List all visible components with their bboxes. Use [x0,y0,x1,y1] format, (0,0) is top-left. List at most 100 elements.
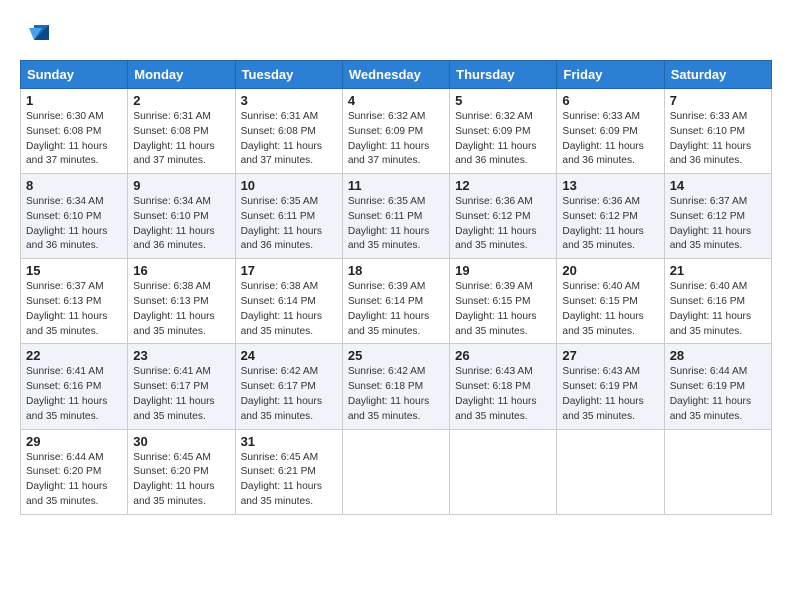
day-info: Sunrise: 6:37 AM Sunset: 6:13 PM Dayligh… [26,280,122,339]
logo [20,20,54,50]
day-info: Sunrise: 6:40 AM Sunset: 6:16 PM Dayligh… [670,280,766,339]
calendar-cell: 8 Sunrise: 6:34 AM Sunset: 6:10 PM Dayli… [21,174,128,259]
day-number: 11 [348,178,444,193]
day-info: Sunrise: 6:41 AM Sunset: 6:16 PM Dayligh… [26,365,122,424]
calendar-cell: 13 Sunrise: 6:36 AM Sunset: 6:12 PM Dayl… [557,174,664,259]
day-info: Sunrise: 6:37 AM Sunset: 6:12 PM Dayligh… [670,195,766,254]
day-info: Sunrise: 6:33 AM Sunset: 6:10 PM Dayligh… [670,110,766,169]
day-number: 19 [455,263,551,278]
day-info: Sunrise: 6:30 AM Sunset: 6:08 PM Dayligh… [26,110,122,169]
day-info: Sunrise: 6:38 AM Sunset: 6:13 PM Dayligh… [133,280,229,339]
day-number: 1 [26,93,122,108]
calendar-cell: 20 Sunrise: 6:40 AM Sunset: 6:15 PM Dayl… [557,259,664,344]
calendar-cell [557,429,664,514]
header-thursday: Thursday [450,61,557,89]
day-info: Sunrise: 6:39 AM Sunset: 6:14 PM Dayligh… [348,280,444,339]
calendar-cell: 10 Sunrise: 6:35 AM Sunset: 6:11 PM Dayl… [235,174,342,259]
week-row-2: 8 Sunrise: 6:34 AM Sunset: 6:10 PM Dayli… [21,174,772,259]
day-info: Sunrise: 6:32 AM Sunset: 6:09 PM Dayligh… [348,110,444,169]
day-info: Sunrise: 6:42 AM Sunset: 6:18 PM Dayligh… [348,365,444,424]
calendar-cell: 5 Sunrise: 6:32 AM Sunset: 6:09 PM Dayli… [450,89,557,174]
day-number: 27 [562,348,658,363]
calendar-cell: 12 Sunrise: 6:36 AM Sunset: 6:12 PM Dayl… [450,174,557,259]
day-info: Sunrise: 6:33 AM Sunset: 6:09 PM Dayligh… [562,110,658,169]
calendar-cell: 16 Sunrise: 6:38 AM Sunset: 6:13 PM Dayl… [128,259,235,344]
day-number: 17 [241,263,337,278]
day-info: Sunrise: 6:40 AM Sunset: 6:15 PM Dayligh… [562,280,658,339]
week-row-1: 1 Sunrise: 6:30 AM Sunset: 6:08 PM Dayli… [21,89,772,174]
logo-icon [24,20,54,50]
day-number: 20 [562,263,658,278]
header-wednesday: Wednesday [342,61,449,89]
calendar-cell: 18 Sunrise: 6:39 AM Sunset: 6:14 PM Dayl… [342,259,449,344]
day-number: 13 [562,178,658,193]
calendar-cell [342,429,449,514]
day-number: 6 [562,93,658,108]
week-row-3: 15 Sunrise: 6:37 AM Sunset: 6:13 PM Dayl… [21,259,772,344]
day-info: Sunrise: 6:36 AM Sunset: 6:12 PM Dayligh… [455,195,551,254]
day-number: 30 [133,434,229,449]
day-info: Sunrise: 6:34 AM Sunset: 6:10 PM Dayligh… [26,195,122,254]
calendar-cell: 21 Sunrise: 6:40 AM Sunset: 6:16 PM Dayl… [664,259,771,344]
calendar-cell: 19 Sunrise: 6:39 AM Sunset: 6:15 PM Dayl… [450,259,557,344]
calendar-header-row: SundayMondayTuesdayWednesdayThursdayFrid… [21,61,772,89]
calendar-cell: 6 Sunrise: 6:33 AM Sunset: 6:09 PM Dayli… [557,89,664,174]
calendar-cell: 30 Sunrise: 6:45 AM Sunset: 6:20 PM Dayl… [128,429,235,514]
calendar-cell: 24 Sunrise: 6:42 AM Sunset: 6:17 PM Dayl… [235,344,342,429]
day-number: 3 [241,93,337,108]
day-info: Sunrise: 6:44 AM Sunset: 6:19 PM Dayligh… [670,365,766,424]
week-row-5: 29 Sunrise: 6:44 AM Sunset: 6:20 PM Dayl… [21,429,772,514]
header-monday: Monday [128,61,235,89]
calendar-cell: 2 Sunrise: 6:31 AM Sunset: 6:08 PM Dayli… [128,89,235,174]
day-number: 4 [348,93,444,108]
calendar-cell: 7 Sunrise: 6:33 AM Sunset: 6:10 PM Dayli… [664,89,771,174]
calendar-cell: 26 Sunrise: 6:43 AM Sunset: 6:18 PM Dayl… [450,344,557,429]
calendar-cell: 23 Sunrise: 6:41 AM Sunset: 6:17 PM Dayl… [128,344,235,429]
day-info: Sunrise: 6:38 AM Sunset: 6:14 PM Dayligh… [241,280,337,339]
day-number: 16 [133,263,229,278]
day-number: 31 [241,434,337,449]
header-sunday: Sunday [21,61,128,89]
day-number: 24 [241,348,337,363]
day-info: Sunrise: 6:45 AM Sunset: 6:21 PM Dayligh… [241,451,337,510]
calendar-cell: 11 Sunrise: 6:35 AM Sunset: 6:11 PM Dayl… [342,174,449,259]
day-number: 8 [26,178,122,193]
day-number: 18 [348,263,444,278]
day-info: Sunrise: 6:39 AM Sunset: 6:15 PM Dayligh… [455,280,551,339]
day-number: 21 [670,263,766,278]
header-saturday: Saturday [664,61,771,89]
day-number: 28 [670,348,766,363]
calendar-cell [664,429,771,514]
day-info: Sunrise: 6:42 AM Sunset: 6:17 PM Dayligh… [241,365,337,424]
header-tuesday: Tuesday [235,61,342,89]
day-number: 14 [670,178,766,193]
calendar-cell: 4 Sunrise: 6:32 AM Sunset: 6:09 PM Dayli… [342,89,449,174]
day-number: 7 [670,93,766,108]
week-row-4: 22 Sunrise: 6:41 AM Sunset: 6:16 PM Dayl… [21,344,772,429]
calendar-cell: 31 Sunrise: 6:45 AM Sunset: 6:21 PM Dayl… [235,429,342,514]
day-number: 26 [455,348,551,363]
day-number: 2 [133,93,229,108]
calendar-cell: 27 Sunrise: 6:43 AM Sunset: 6:19 PM Dayl… [557,344,664,429]
calendar-cell: 25 Sunrise: 6:42 AM Sunset: 6:18 PM Dayl… [342,344,449,429]
calendar-cell: 14 Sunrise: 6:37 AM Sunset: 6:12 PM Dayl… [664,174,771,259]
day-info: Sunrise: 6:44 AM Sunset: 6:20 PM Dayligh… [26,451,122,510]
day-number: 25 [348,348,444,363]
day-number: 22 [26,348,122,363]
calendar-cell: 1 Sunrise: 6:30 AM Sunset: 6:08 PM Dayli… [21,89,128,174]
day-number: 5 [455,93,551,108]
day-number: 10 [241,178,337,193]
calendar-cell: 15 Sunrise: 6:37 AM Sunset: 6:13 PM Dayl… [21,259,128,344]
calendar-cell [450,429,557,514]
calendar-cell: 22 Sunrise: 6:41 AM Sunset: 6:16 PM Dayl… [21,344,128,429]
day-info: Sunrise: 6:31 AM Sunset: 6:08 PM Dayligh… [133,110,229,169]
calendar-cell: 17 Sunrise: 6:38 AM Sunset: 6:14 PM Dayl… [235,259,342,344]
day-info: Sunrise: 6:31 AM Sunset: 6:08 PM Dayligh… [241,110,337,169]
day-info: Sunrise: 6:34 AM Sunset: 6:10 PM Dayligh… [133,195,229,254]
day-number: 29 [26,434,122,449]
day-number: 9 [133,178,229,193]
calendar-cell: 9 Sunrise: 6:34 AM Sunset: 6:10 PM Dayli… [128,174,235,259]
day-info: Sunrise: 6:36 AM Sunset: 6:12 PM Dayligh… [562,195,658,254]
day-number: 23 [133,348,229,363]
day-number: 12 [455,178,551,193]
